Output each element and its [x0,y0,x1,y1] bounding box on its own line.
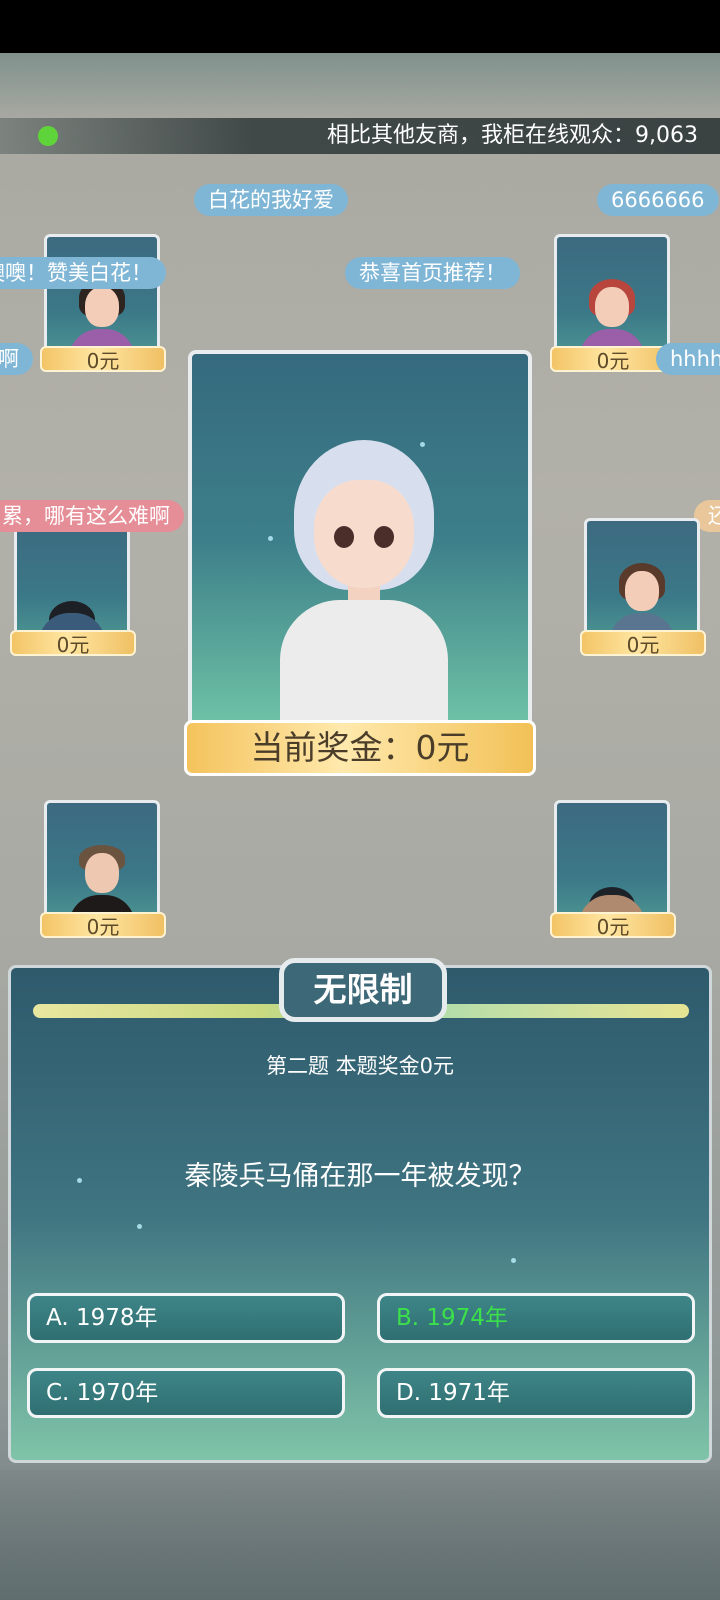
viewer-count: 相比其他友商，我柜在线观众：9,063 [327,123,698,148]
answer-b-button[interactable]: B. 1974年 [377,1293,695,1343]
answer-a-button[interactable]: A. 1978年 [27,1293,345,1343]
player-seat-3[interactable]: 0元 [10,518,136,657]
chat-bubble: 累，哪有这么难啊 [0,500,184,532]
chat-bubble: 白花的我好爱 [194,184,348,216]
chat-bubble: 啊 [0,343,33,375]
chat-bubble: 恭喜首页推荐！ [345,257,520,289]
question-info: 第二题 本题奖金0元 [265,1054,455,1078]
status-bar [0,0,720,53]
question-panel: 无限制 第二题 本题奖金0元 秦陵兵马俑在那一年被发现？ A. 1978年 B.… [8,958,712,1463]
player-money: 0元 [10,630,136,657]
player-money: 0元 [580,630,706,657]
host-frame [188,350,532,730]
player-money: 0元 [40,912,166,939]
player-seat-5[interactable]: 0元 [40,800,166,939]
player-money: 0元 [40,346,166,373]
answer-c-button[interactable]: C. 1970年 [27,1368,345,1418]
chat-bubble: hhhh [656,343,720,375]
player-seat-2[interactable]: 0元 [550,234,676,373]
player-seat-6[interactable]: 0元 [550,800,676,939]
live-indicator-icon [38,126,58,146]
live-viewers-bar: 相比其他友商，我柜在线观众：9,063 [0,118,720,154]
current-prize: 当前奖金：0元 [184,720,536,776]
host-avatar [274,440,454,726]
mode-badge: 无限制 [279,958,447,1022]
host-stage: 当前奖金：0元 [184,350,536,782]
question-text: 秦陵兵马俑在那一年被发现？ [184,1161,536,1192]
player-seat-4[interactable]: 0元 [580,518,706,657]
chat-bubble: 6666666 [597,184,719,216]
background-city [0,1470,720,1600]
player-money: 0元 [550,912,676,939]
answer-d-button[interactable]: D. 1971年 [377,1368,695,1418]
player-seat-1[interactable]: 0元 [40,234,166,373]
chat-bubble: 噢噢！赞美白花！ [0,257,166,289]
